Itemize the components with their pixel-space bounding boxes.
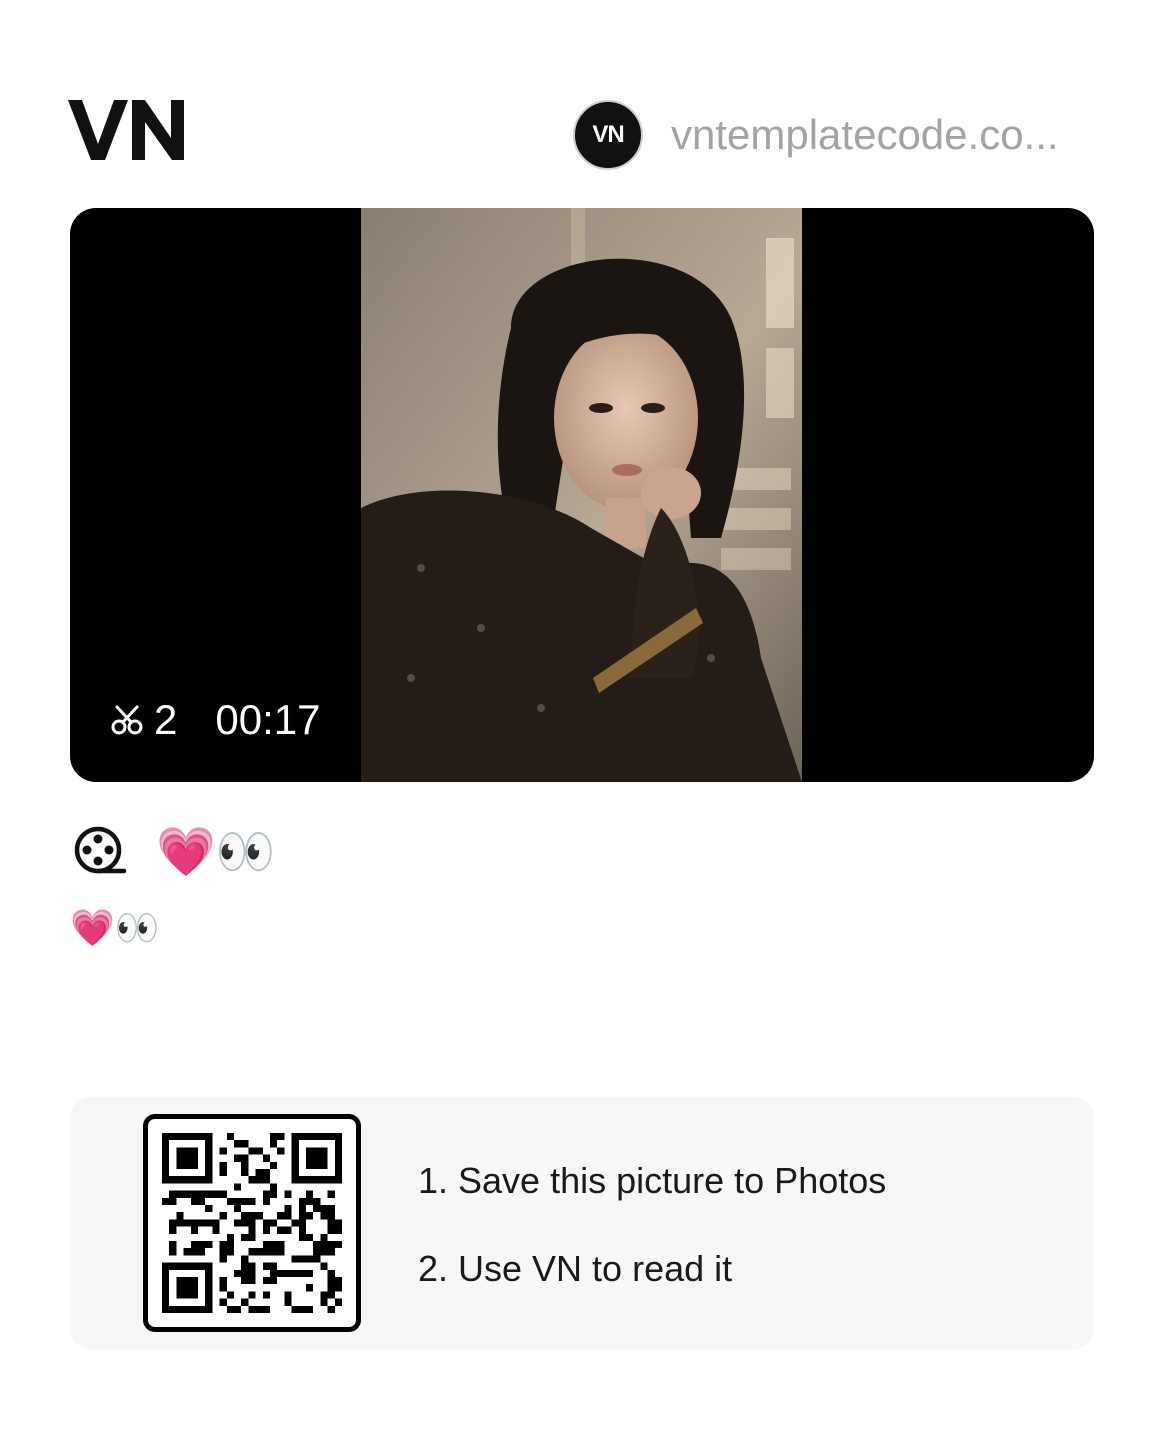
clip-info: 2 00:17 <box>110 696 320 744</box>
author-name[interactable]: vntemplatecode.co... <box>671 111 1059 159</box>
photo-thumbnail <box>361 208 802 782</box>
film-reel-icon <box>74 826 127 874</box>
scissors-icon <box>111 705 143 735</box>
author-info[interactable]: VN vntemplatecode.co... <box>573 98 1093 172</box>
template-description: 💗👀 <box>70 908 160 949</box>
video-duration: 00:17 <box>215 696 321 743</box>
author-avatar[interactable]: VN <box>573 100 643 170</box>
template-title: 💗👀 <box>156 824 276 880</box>
step-read-with-vn: 2. Use VN to read it <box>418 1248 733 1289</box>
step-save-picture: 1. Save this picture to Photos <box>418 1160 887 1201</box>
clip-count: 2 <box>154 696 178 743</box>
template-title-row: 💗👀 <box>72 822 276 882</box>
vn-logo <box>68 96 188 168</box>
qr-card: 1. Save this picture to Photos 2. Use VN… <box>70 1097 1094 1349</box>
qr-code <box>143 1114 361 1332</box>
avatar-label: VN <box>592 121 624 148</box>
video-preview[interactable]: 2 00:17 <box>70 208 1094 782</box>
